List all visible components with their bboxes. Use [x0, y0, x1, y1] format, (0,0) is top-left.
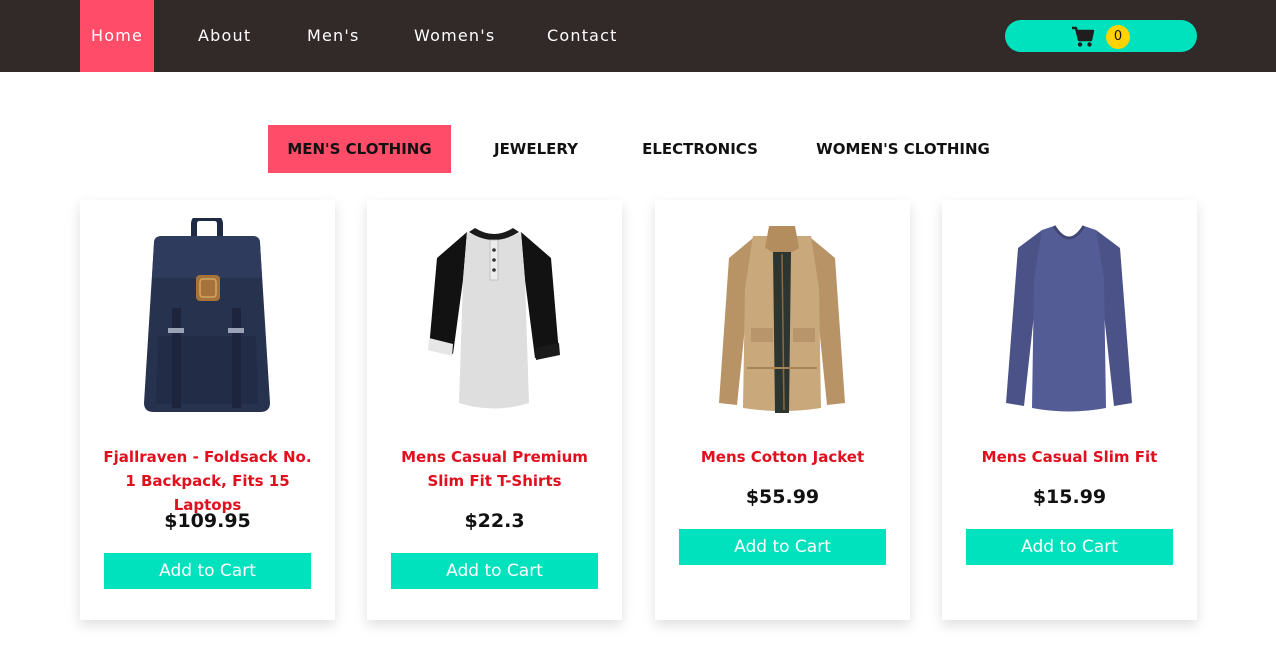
- category-tab-womens-clothing[interactable]: WOMEN'S CLOTHING: [808, 125, 998, 173]
- nav-link-womens[interactable]: Women's: [414, 0, 495, 72]
- nav-link-contact[interactable]: Contact: [547, 0, 618, 72]
- add-to-cart-button[interactable]: Add to Cart: [966, 529, 1173, 565]
- category-tab-jewelery[interactable]: JEWELERY: [481, 125, 591, 173]
- cart-button[interactable]: 0: [1005, 20, 1197, 52]
- product-card: Fjallraven - Foldsack No. 1 Backpack, Fi…: [80, 200, 335, 620]
- slim-fit-shirt-image: [1006, 225, 1132, 412]
- product-price: $15.99: [1032, 486, 1107, 508]
- product-title[interactable]: Mens Casual Premium Slim Fit T-Shirts: [387, 445, 602, 493]
- nav-link-home[interactable]: Home: [80, 0, 154, 72]
- product-card: Mens Casual Premium Slim Fit T-Shirts $2…: [367, 200, 622, 620]
- product-card: Mens Cotton Jacket $55.99 Add to Cart: [655, 200, 910, 620]
- category-tab-mens-clothing[interactable]: MEN'S CLOTHING: [268, 125, 451, 173]
- product-title[interactable]: Mens Casual Slim Fit: [962, 445, 1177, 469]
- cart-count-badge: 0: [1106, 25, 1130, 49]
- product-price: $55.99: [745, 486, 820, 508]
- add-to-cart-button[interactable]: Add to Cart: [391, 553, 598, 589]
- product-card: Mens Casual Slim Fit $15.99 Add to Cart: [942, 200, 1197, 620]
- cotton-jacket-image: [719, 226, 845, 413]
- raglan-tshirt-image: [428, 228, 560, 409]
- product-price: $109.95: [164, 510, 251, 532]
- product-title[interactable]: Fjallraven - Foldsack No. 1 Backpack, Fi…: [100, 445, 315, 517]
- product-title[interactable]: Mens Cotton Jacket: [675, 445, 890, 469]
- add-to-cart-button[interactable]: Add to Cart: [679, 529, 886, 565]
- nav-link-about[interactable]: About: [198, 0, 251, 72]
- top-navbar: Home About Men's Women's Contact 0: [0, 0, 1276, 72]
- nav-link-mens[interactable]: Men's: [307, 0, 360, 72]
- backpack-image: [144, 218, 270, 412]
- product-price: $22.3: [464, 510, 525, 532]
- shopping-cart-icon: [1072, 26, 1095, 47]
- category-tab-electronics[interactable]: ELECTRONICS: [632, 125, 768, 173]
- add-to-cart-button[interactable]: Add to Cart: [104, 553, 311, 589]
